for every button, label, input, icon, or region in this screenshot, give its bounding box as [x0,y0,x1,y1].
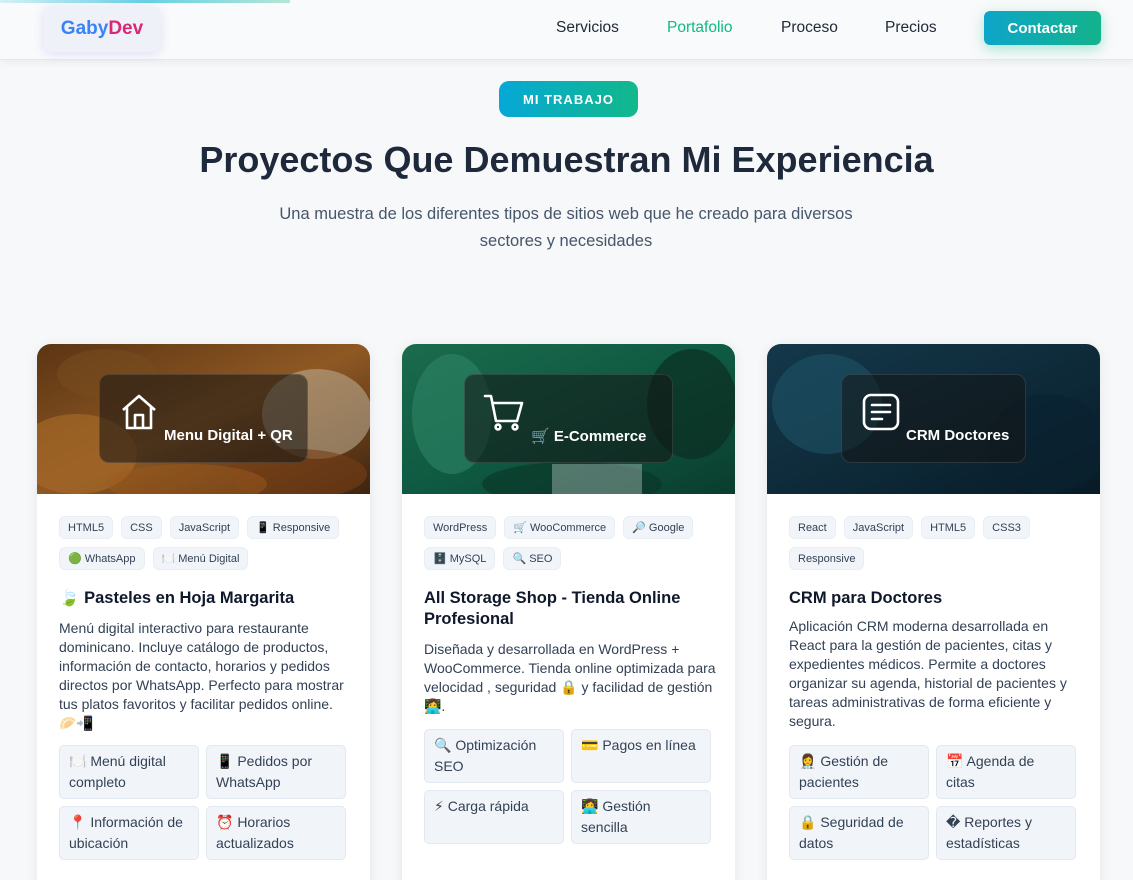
tech-tag: Responsive [789,547,865,570]
project-features: 👩‍⚕️ Gestión de pacientes 📅 Agenda de ci… [789,745,1079,860]
feature-item: ⚡ Carga rápida [424,790,564,844]
nav-servicios[interactable]: Servicios [556,19,619,37]
overlay-label: CRM Doctores [906,427,1010,444]
feature-item: 💳 Pagos en línea [571,729,711,783]
feature-item: 🔍 Optimización SEO [424,729,564,783]
home-icon [122,394,156,430]
overlay-label: Menu Digital + QR [164,427,293,444]
tech-tag: 🔍 SEO [503,547,562,570]
feature-item: 📅 Agenda de citas [936,745,1076,799]
tech-tags: React JavaScript HTML5 CSS3 Responsive [789,516,1079,570]
tech-tag: 🛒 WooCommerce [504,516,616,539]
tech-tags: WordPress 🛒 WooCommerce 🔎 Google 🗄️ MySQ… [424,516,714,570]
project-card-crm[interactable]: CRM Doctores React JavaScript HTML5 CSS3… [767,344,1100,880]
feature-item: 👩‍💻 Gestión sencilla [571,790,711,844]
tech-tag: CSS3 [983,516,1030,539]
project-features: 🔍 Optimización SEO 💳 Pagos en línea ⚡ Ca… [424,729,714,844]
project-title: 🍃 Pasteles en Hoja Margarita [59,589,295,607]
document-icon [862,393,900,431]
nav-portafolio[interactable]: Portafolio [667,19,732,37]
nav-proceso[interactable]: Proceso [781,19,838,37]
project-card-allstorage[interactable]: 🛒 E-Commerce WordPress 🛒 WooCommerce 🔎 G… [402,344,735,880]
project-description: Aplicación CRM moderna desarrollada en R… [789,618,1067,729]
tech-tag: 🍽️ Menú Digital [152,547,249,570]
section-title: Proyectos Que Demuestran Mi Experiencia [199,139,934,180]
project-card-margarita[interactable]: Menu Digital + QR HTML5 CSS JavaScript 📱… [37,344,370,880]
tech-tag: 🗄️ MySQL [424,547,496,570]
project-image-food: Menu Digital + QR [37,344,370,494]
project-description: Diseñada y desarrollada en WordPress + W… [424,641,716,714]
site-header: Gaby Dev Servicios Portafolio Proceso Pre… [0,0,1133,60]
project-image-medical: CRM Doctores [767,344,1100,494]
feature-item: 🔒 Seguridad de datos [789,806,929,860]
project-title: CRM para Doctores [789,589,943,607]
project-features: 🍽️ Menú digital completo 📱 Pedidos por W… [59,745,349,860]
tech-tag: React [789,516,836,539]
tech-tag: 🟢 WhatsApp [59,547,145,570]
feature-item: ⏰ Horarios actualizados [206,806,346,860]
section-badge: MI TRABAJO [499,81,638,117]
logo[interactable]: Gaby Dev [43,6,161,52]
tech-tag: JavaScript [843,516,914,539]
nav-precios[interactable]: Precios [885,19,937,37]
logo-text-secondary: Dev [108,18,144,39]
overlay-label: 🛒 E-Commerce [531,428,647,445]
project-description: Menú digital interactivo para restaurant… [59,620,344,731]
project-overlay: 🛒 E-Commerce [464,374,673,463]
project-overlay: Menu Digital + QR [99,374,308,463]
tech-tag: HTML5 [921,516,976,539]
feature-item: 👩‍⚕️ Gestión de pacientes [789,745,929,799]
tech-tag: 📱 Responsive [247,516,340,539]
top-glow-bar [0,0,290,3]
section-subtitle: Una muestra de los diferentes tipos de s… [279,205,853,250]
feature-item: 📍 Información de ubicación [59,806,199,860]
feature-item: 📱 Pedidos por WhatsApp [206,745,346,799]
contact-button[interactable]: Contactar [984,11,1101,45]
feature-item: � Reportes y estadísticas [936,806,1076,860]
cart-icon [483,394,524,431]
tech-tags: HTML5 CSS JavaScript 📱 Responsive 🟢 What… [59,516,349,570]
tech-tag: CSS [121,516,162,539]
tech-tag: HTML5 [59,516,114,539]
tech-tag: WordPress [424,516,497,539]
project-overlay: CRM Doctores [841,374,1026,463]
tech-tag: 🔎 Google [623,516,694,539]
tech-tag: JavaScript [169,516,240,539]
project-image-shop: 🛒 E-Commerce [402,344,735,494]
project-title: All Storage Shop - Tienda Online Profesi… [424,589,681,628]
feature-item: 🍽️ Menú digital completo [59,745,199,799]
logo-text-primary: Gaby [60,18,109,39]
